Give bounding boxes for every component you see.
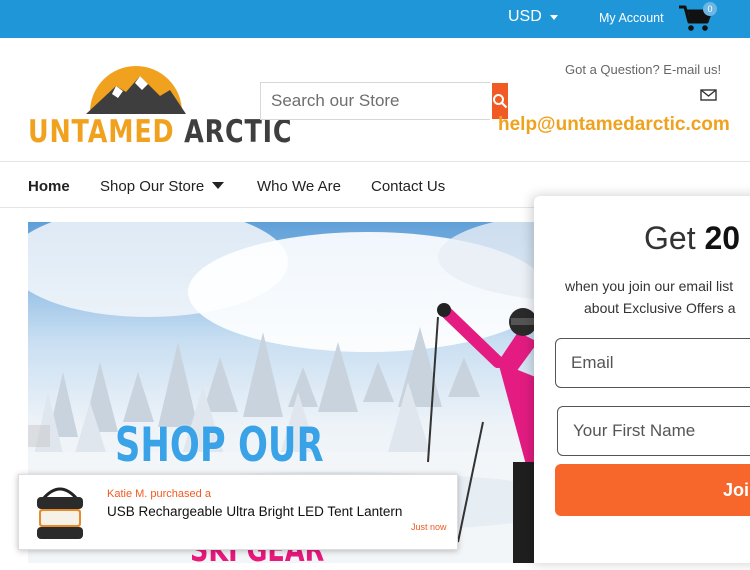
top-bar: USD My Account 0 — [0, 0, 750, 38]
email-field[interactable] — [555, 338, 750, 388]
hero-headline: SHOP OUR — [115, 418, 324, 473]
search-bar — [260, 82, 508, 120]
currency-selector[interactable]: USD — [508, 8, 558, 26]
logo-text: UNTAMED ARCTIC — [28, 114, 292, 150]
join-button[interactable]: Joi — [555, 464, 750, 516]
email-signup-modal: Get 20 when you join our email list abou… — [534, 196, 750, 563]
recent-purchase-notification[interactable]: Katie M. purchased a USB Rechargeable Ul… — [18, 474, 458, 550]
modal-subtitle-line2: about Exclusive Offers a — [584, 300, 736, 316]
modal-title: Get 20 — [644, 220, 740, 257]
first-name-field[interactable] — [557, 406, 750, 456]
caret-down-icon — [212, 182, 225, 189]
logo-word-untamed: UNTAMED — [28, 114, 175, 150]
nav-item-home[interactable]: Home — [28, 178, 70, 195]
my-account-link[interactable]: My Account — [599, 11, 664, 25]
site-header: UNTAMED ARCTIC Got a Question? E-mail us… — [0, 38, 750, 162]
modal-subtitle-line1: when you join our email list — [565, 278, 734, 294]
modal-title-prefix: Get — [644, 220, 705, 256]
mail-icon — [700, 89, 717, 101]
search-input[interactable] — [261, 83, 492, 119]
modal-title-discount: 20 — [704, 220, 741, 256]
cart-count-badge: 0 — [703, 2, 717, 16]
purchased-product-link[interactable]: USB Rechargeable Ultra Bright LED Tent L… — [107, 504, 402, 519]
nav-item-who-we-are[interactable]: Who We Are — [257, 178, 341, 195]
support-email-link[interactable]: help@untamedarctic.com — [498, 114, 730, 136]
logo[interactable]: UNTAMED ARCTIC — [28, 56, 292, 152]
nav-item-shop-our-store[interactable]: Shop Our Store — [100, 178, 225, 195]
caret-down-icon — [549, 14, 558, 20]
nav-item-label: Shop Our Store — [100, 178, 205, 195]
contact-question: Got a Question? E-mail us! — [565, 62, 722, 77]
purchaser-text: Katie M. purchased a — [107, 488, 211, 500]
currency-label: USD — [508, 8, 542, 25]
lantern-product-image — [37, 487, 83, 539]
nav-item-contact-us[interactable]: Contact Us — [371, 178, 445, 195]
slider-prev-button[interactable] — [28, 425, 50, 447]
search-icon — [493, 94, 508, 109]
purchase-time: Just now — [411, 522, 447, 532]
